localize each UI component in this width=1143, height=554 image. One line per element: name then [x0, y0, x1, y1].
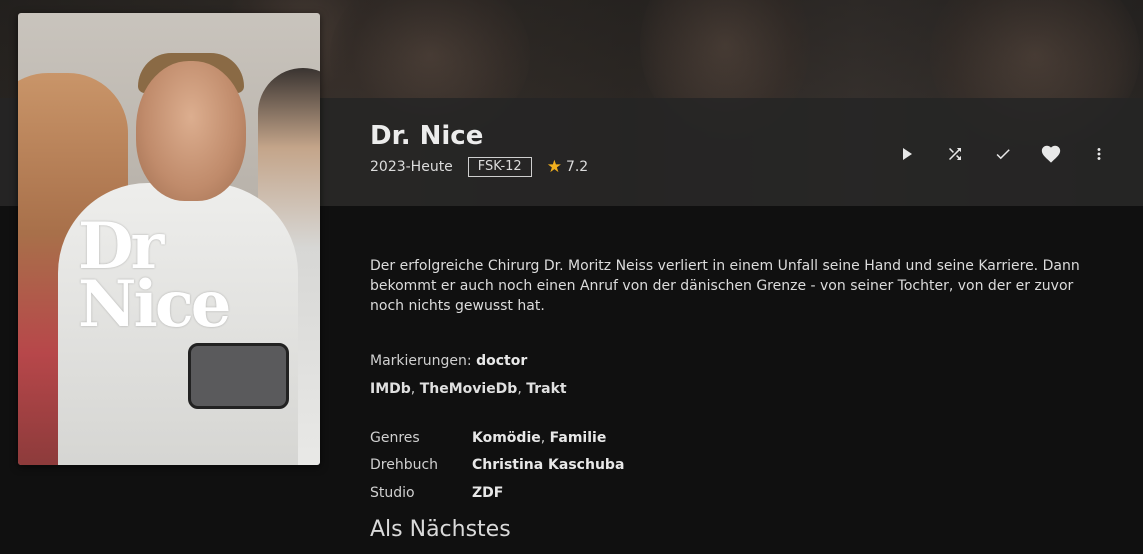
shuffle-icon	[949, 148, 961, 160]
check-icon	[996, 149, 1010, 160]
genres-row: Genres Komödie, Familie	[370, 429, 607, 446]
more-vertical-icon	[1097, 148, 1101, 160]
overview-text: Der erfolgreiche Chirurg Dr. Moritz Neis…	[370, 258, 1080, 314]
item-meta: 2023-Heute FSK-12 ★ 7.2	[370, 156, 588, 178]
details-list: Genres Komödie, Familie Drehbuch Christi…	[370, 424, 624, 507]
item-title: Dr. Nice	[370, 121, 484, 151]
favorite-button[interactable]	[1027, 140, 1075, 168]
action-bar	[883, 140, 1123, 168]
link-imdb[interactable]: IMDb	[370, 381, 411, 397]
tag-link-doctor[interactable]: doctor	[476, 353, 527, 369]
link-themoviedb[interactable]: TheMovieDb	[420, 381, 518, 397]
link-trakt[interactable]: Trakt	[526, 381, 566, 397]
studio-row: Studio ZDF	[370, 479, 624, 507]
tags-row: Markierungen: doctor	[370, 353, 527, 369]
writer-link[interactable]: Christina Kaschuba	[472, 457, 624, 473]
heart-icon	[1041, 145, 1061, 163]
genre-link-familie[interactable]: Familie	[550, 430, 607, 446]
year-range: 2023-Heute	[370, 159, 453, 175]
writer-row: Drehbuch Christina Kaschuba	[370, 452, 624, 480]
more-button[interactable]	[1075, 140, 1123, 168]
poster-logo: Dr Nice	[78, 209, 231, 342]
tags-label: Markierungen:	[370, 353, 472, 369]
studio-label: Studio	[370, 484, 415, 501]
shuffle-button[interactable]	[931, 140, 979, 168]
age-rating-badge: FSK-12	[467, 157, 532, 177]
external-links: IMDb, TheMovieDb, Trakt	[370, 381, 567, 397]
mark-played-button[interactable]	[979, 140, 1027, 168]
studio-link[interactable]: ZDF	[472, 485, 503, 501]
star-icon: ★	[546, 157, 562, 177]
poster-image[interactable]: Dr Nice	[18, 13, 320, 465]
play-icon	[903, 148, 912, 160]
item-header: Dr. Nice 2023-Heute FSK-12 ★ 7.2	[370, 98, 1143, 206]
community-rating: 7.2	[565, 159, 589, 175]
next-up-heading: Als Nächstes	[370, 517, 511, 542]
genres-label: Genres	[370, 429, 420, 446]
genre-link-komoedie[interactable]: Komödie	[472, 430, 541, 446]
writer-label: Drehbuch	[370, 457, 439, 474]
play-button[interactable]	[883, 140, 931, 168]
